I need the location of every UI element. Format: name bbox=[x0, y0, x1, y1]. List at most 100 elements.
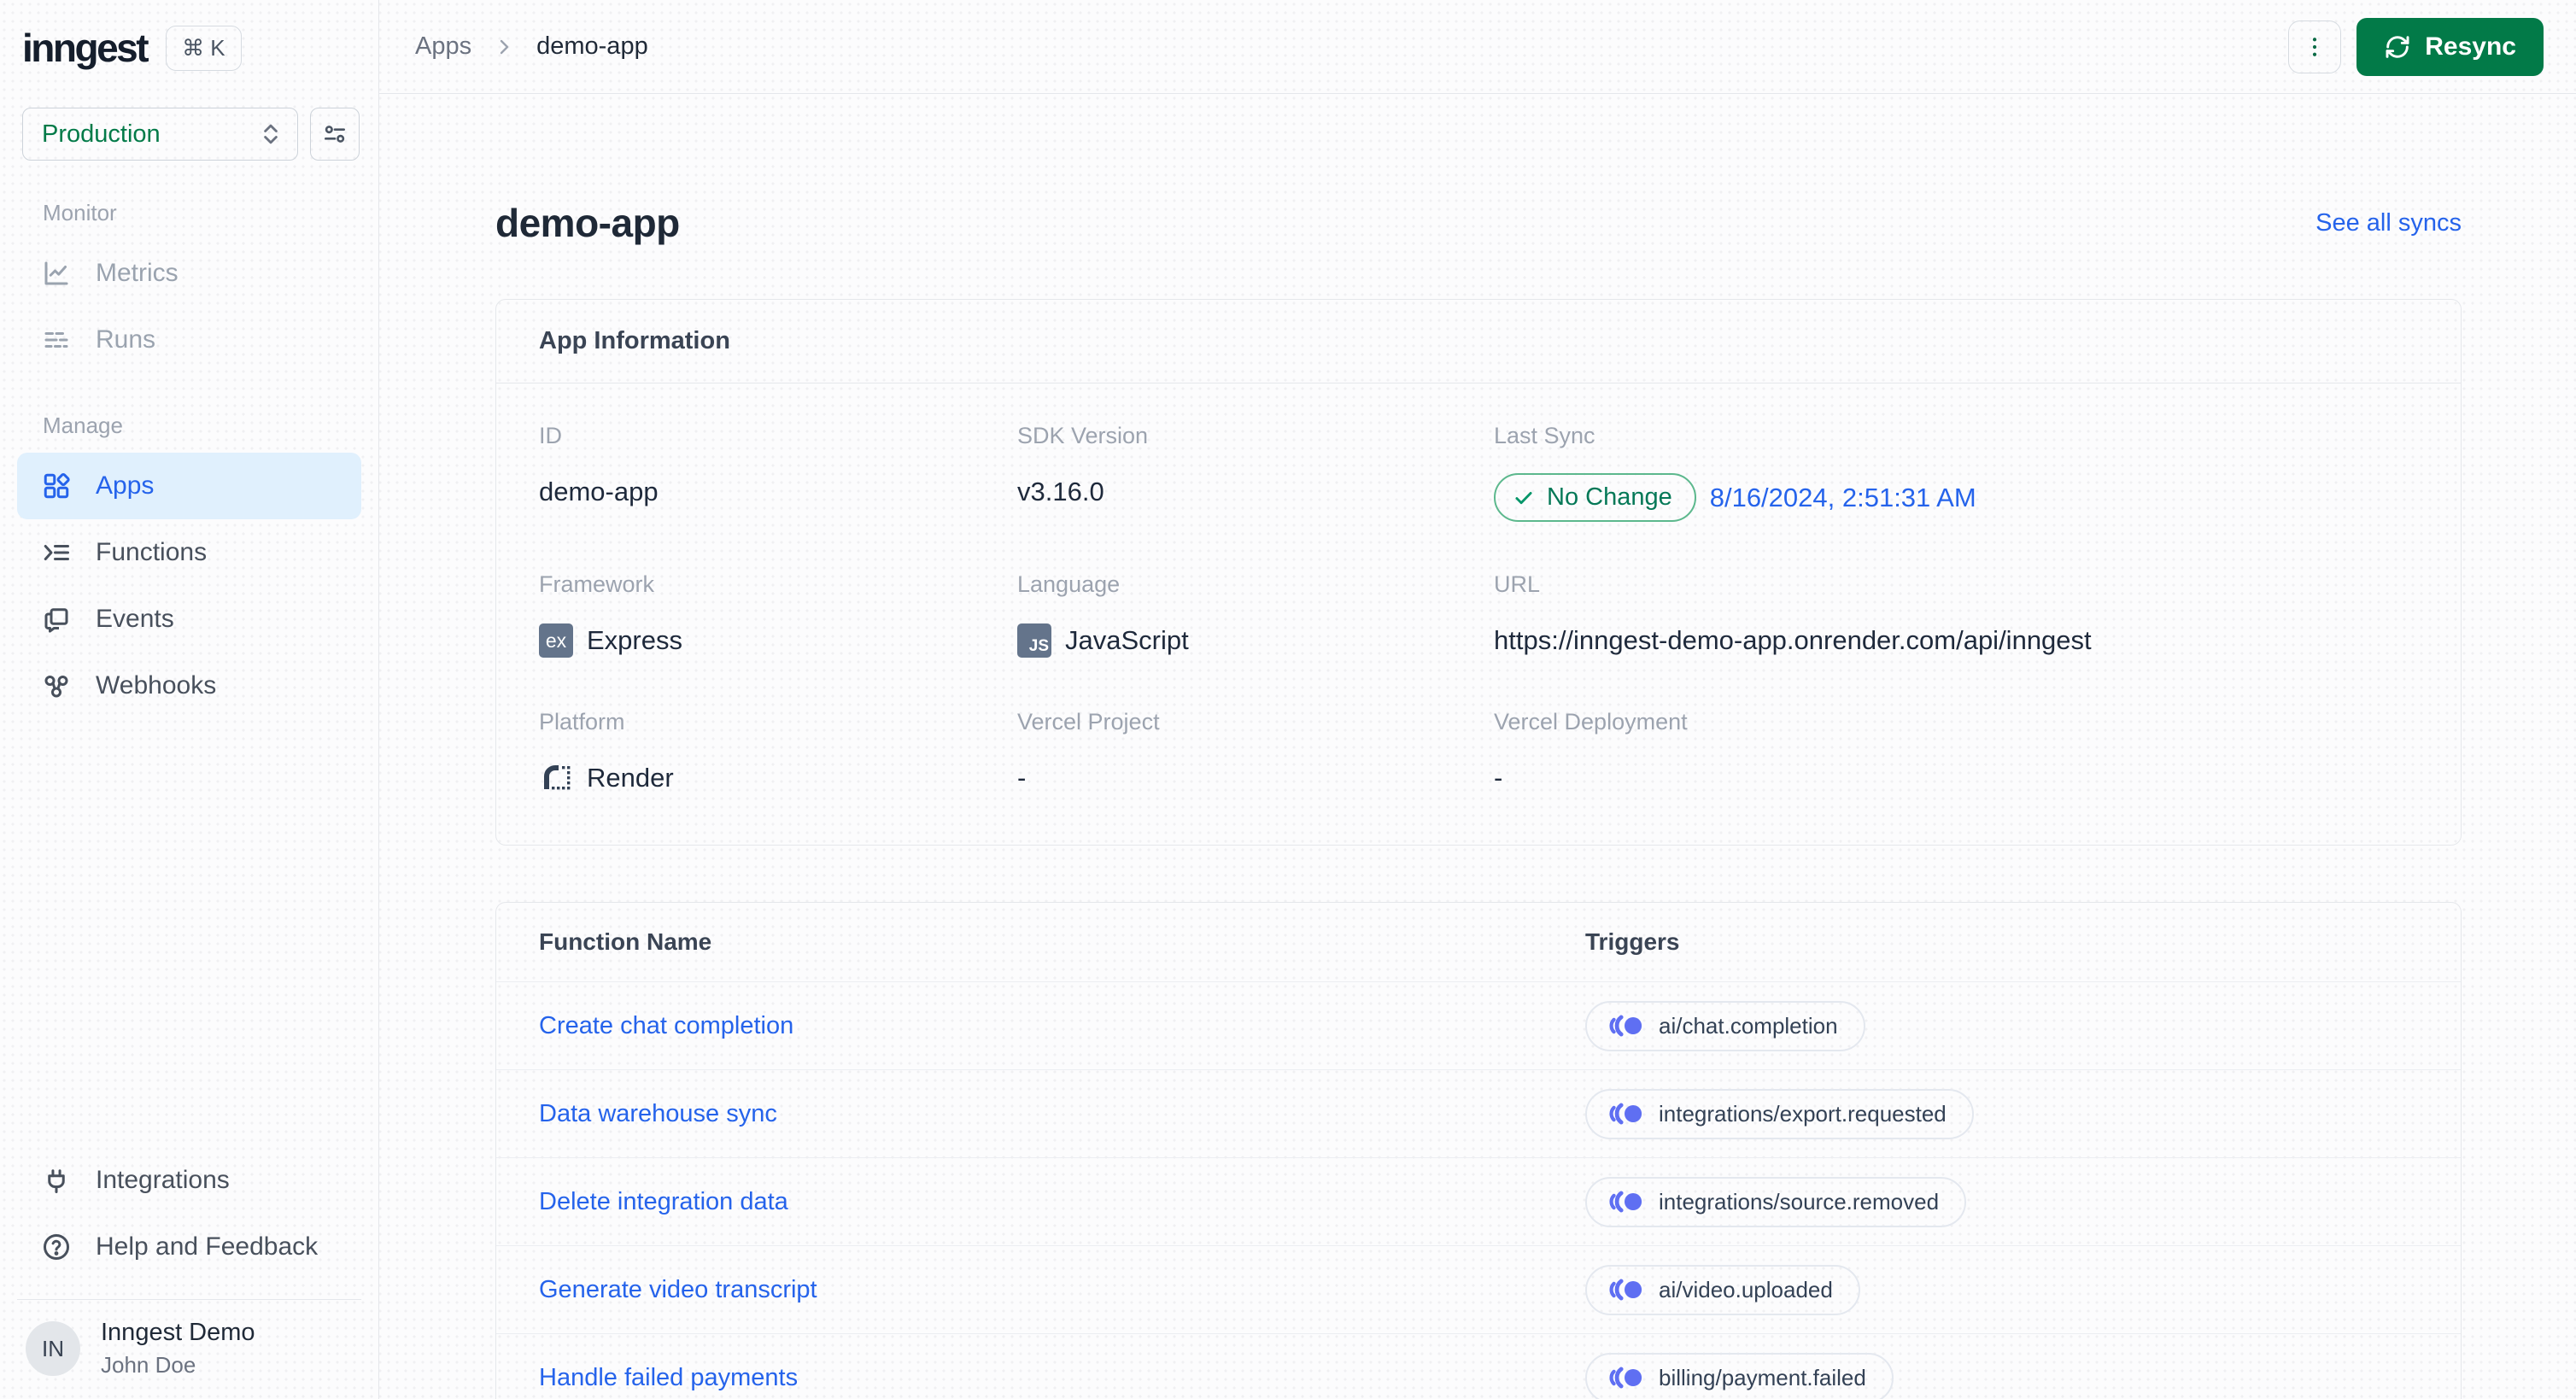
field-value: Express bbox=[587, 625, 682, 655]
function-link[interactable]: Handle failed payments bbox=[539, 1364, 1585, 1392]
field-framework: Framework ex Express bbox=[539, 571, 1017, 659]
javascript-icon: JS bbox=[1017, 623, 1051, 658]
field-label: Vercel Deployment bbox=[1494, 709, 1688, 735]
field-value: JavaScript bbox=[1065, 625, 1189, 655]
express-icon: ex bbox=[539, 623, 573, 658]
event-trigger-icon bbox=[1606, 1190, 1643, 1214]
inngest-logo: inngest bbox=[22, 26, 149, 70]
sidebar-item-label: Runs bbox=[96, 325, 156, 354]
no-change-badge: No Change bbox=[1494, 473, 1696, 522]
field-value: Render bbox=[587, 763, 674, 793]
sync-icon bbox=[2384, 33, 2411, 61]
field-label: Language bbox=[1017, 571, 1121, 597]
apps-grid-icon bbox=[39, 471, 73, 501]
field-value: demo-app bbox=[539, 477, 659, 506]
sidebar-item-events[interactable]: Events bbox=[17, 586, 361, 653]
table-row: Create chat completion ai/chat.completio… bbox=[496, 981, 2461, 1069]
field-label: SDK Version bbox=[1017, 423, 1149, 448]
trigger-label: integrations/export.requested bbox=[1659, 1100, 1947, 1127]
check-icon bbox=[1513, 487, 1535, 509]
sidebar-item-functions[interactable]: Functions bbox=[17, 519, 361, 586]
webhooks-icon bbox=[39, 670, 73, 701]
sidebar-item-runs[interactable]: Runs bbox=[17, 307, 361, 373]
manage-section-label: Manage bbox=[43, 413, 123, 438]
table-row: Data warehouse sync integrations/export.… bbox=[496, 1069, 2461, 1157]
event-trigger-icon bbox=[1606, 1278, 1643, 1302]
environment-select[interactable]: Production bbox=[22, 108, 298, 161]
topbar: Apps demo-app Resync bbox=[379, 0, 2576, 94]
field-language: Language JS JavaScript bbox=[1017, 571, 1494, 659]
more-options-button[interactable] bbox=[2288, 20, 2342, 73]
app-information-title: App Information bbox=[496, 300, 2461, 383]
sidebar-item-label: Events bbox=[96, 605, 174, 633]
field-label: ID bbox=[539, 423, 562, 448]
chevron-right-icon bbox=[494, 37, 514, 57]
sidebar-item-label: Functions bbox=[96, 538, 208, 566]
function-link[interactable]: Data warehouse sync bbox=[539, 1100, 1585, 1128]
user-menu[interactable]: IN Inngest Demo John Doe bbox=[17, 1299, 361, 1399]
field-label: Platform bbox=[539, 709, 625, 735]
event-trigger-icon bbox=[1606, 1366, 1643, 1390]
environment-settings-button[interactable] bbox=[310, 108, 360, 161]
field-platform: Platform Render bbox=[539, 709, 1017, 797]
sidebar-footer: Integrations Help and Feedback IN Innges… bbox=[0, 1147, 378, 1399]
page-title: demo-app bbox=[495, 201, 680, 245]
field-value: v3.16.0 bbox=[1017, 477, 1104, 506]
trigger-label: integrations/source.removed bbox=[1659, 1188, 1940, 1215]
see-all-syncs-link[interactable]: See all syncs bbox=[2315, 209, 2462, 237]
sidebar-item-help[interactable]: Help and Feedback bbox=[17, 1214, 361, 1280]
avatar-initials: IN bbox=[42, 1335, 64, 1361]
function-link[interactable]: Create chat completion bbox=[539, 1012, 1585, 1040]
line-chart-icon bbox=[39, 258, 73, 289]
column-triggers: Triggers bbox=[1585, 928, 1680, 955]
table-row: Handle failed payments billing/payment.f… bbox=[496, 1333, 2461, 1399]
monitor-section-label: Monitor bbox=[43, 200, 117, 225]
render-icon bbox=[539, 761, 573, 795]
sidebar: inngest ⌘ K Production Monitor Metrics R… bbox=[0, 0, 379, 1399]
breadcrumb-apps[interactable]: Apps bbox=[415, 32, 471, 61]
avatar: IN bbox=[26, 1321, 80, 1376]
functions-table: Function Name Triggers Create chat compl… bbox=[495, 902, 2462, 1399]
resync-button[interactable]: Resync bbox=[2356, 17, 2544, 76]
breadcrumb: Apps demo-app bbox=[415, 32, 648, 61]
field-label: Vercel Project bbox=[1017, 709, 1160, 735]
sidebar-item-integrations[interactable]: Integrations bbox=[17, 1147, 361, 1214]
function-link[interactable]: Delete integration data bbox=[539, 1188, 1585, 1216]
field-value: https://inngest-demo-app.onrender.com/ap… bbox=[1494, 625, 2092, 655]
table-row: Generate video transcript ai/video.uploa… bbox=[496, 1245, 2461, 1333]
trigger-label: billing/payment.failed bbox=[1659, 1364, 1866, 1390]
sidebar-item-webhooks[interactable]: Webhooks bbox=[17, 653, 361, 719]
event-trigger-icon bbox=[1606, 1014, 1643, 1038]
environment-value: Production bbox=[42, 120, 161, 148]
sidebar-item-apps[interactable]: Apps bbox=[17, 453, 361, 519]
sidebar-item-label: Apps bbox=[96, 471, 155, 500]
command-k-label: ⌘ K bbox=[182, 34, 225, 61]
sidebar-item-label: Integrations bbox=[96, 1166, 230, 1194]
kebab-icon bbox=[2302, 34, 2327, 60]
function-link[interactable]: Generate video transcript bbox=[539, 1276, 1585, 1304]
main-area: Apps demo-app Resync demo-app See all sy… bbox=[379, 0, 2576, 1399]
field-sdk-version: SDK Version v3.16.0 bbox=[1017, 423, 1494, 522]
sidebar-nav: Monitor Metrics Runs Manage Apps Functio… bbox=[0, 161, 378, 719]
field-id: ID demo-app bbox=[539, 423, 1017, 522]
user-org: Inngest Demo bbox=[101, 1319, 255, 1346]
no-change-label: No Change bbox=[1547, 483, 1672, 511]
chevron-up-down-icon bbox=[260, 120, 282, 149]
sidebar-item-label: Help and Feedback bbox=[96, 1232, 319, 1261]
breadcrumb-current: demo-app bbox=[536, 32, 648, 60]
field-label: URL bbox=[1494, 571, 1541, 597]
last-sync-time-link[interactable]: 8/16/2024, 2:51:31 AM bbox=[1710, 483, 1976, 513]
sidebar-item-metrics[interactable]: Metrics bbox=[17, 240, 361, 307]
trigger-label: ai/video.uploaded bbox=[1659, 1276, 1833, 1302]
page-content: demo-app See all syncs App Information I… bbox=[379, 94, 2576, 1399]
trigger-pill: integrations/source.removed bbox=[1585, 1176, 1967, 1227]
field-label: Last Sync bbox=[1494, 423, 1595, 448]
field-value: - bbox=[1494, 763, 1503, 793]
sliders-icon bbox=[321, 120, 348, 148]
column-function-name: Function Name bbox=[539, 928, 712, 955]
field-vercel-project: Vercel Project - bbox=[1017, 709, 1494, 797]
plug-icon bbox=[39, 1165, 73, 1196]
event-trigger-icon bbox=[1606, 1102, 1643, 1126]
command-k-shortcut[interactable]: ⌘ K bbox=[166, 25, 242, 71]
sidebar-item-label: Webhooks bbox=[96, 671, 217, 700]
